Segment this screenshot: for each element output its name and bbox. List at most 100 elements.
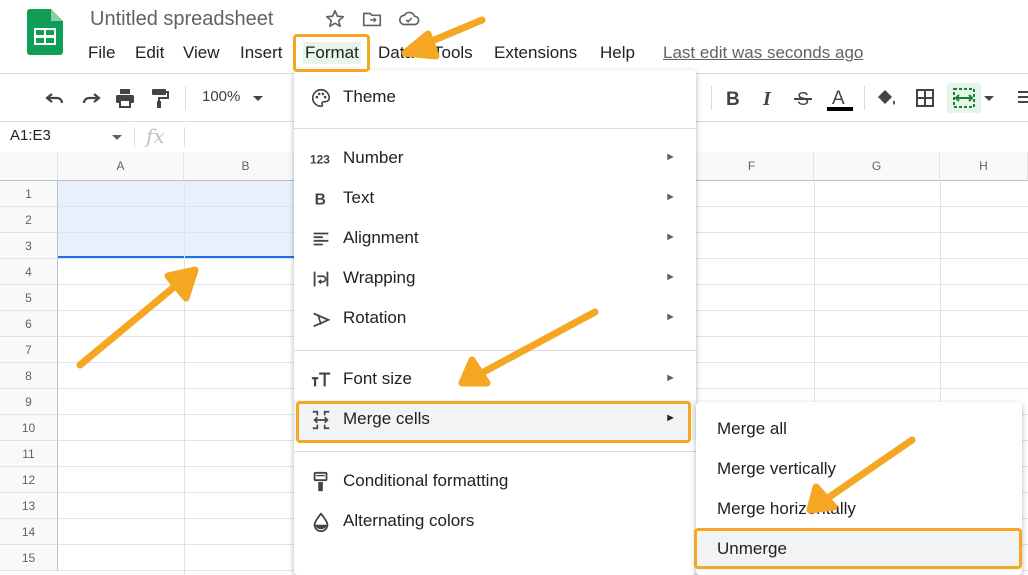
move-to-folder-icon[interactable] xyxy=(361,8,383,30)
undo-icon[interactable] xyxy=(43,86,67,110)
format-menu: Theme 123 Number ► B Text ► Alignment ► … xyxy=(294,70,696,575)
select-all-corner[interactable] xyxy=(0,152,58,181)
toolbar-divider xyxy=(864,86,865,110)
last-edit-link[interactable]: Last edit was seconds ago xyxy=(663,43,863,63)
row-header[interactable]: 10 xyxy=(0,415,58,441)
highlight-merge-cells xyxy=(296,401,691,443)
row-header[interactable]: 11 xyxy=(0,441,58,467)
strikethrough-icon[interactable]: S xyxy=(791,86,815,110)
zoom-select[interactable]: 100% xyxy=(202,88,240,105)
row-header[interactable]: 2 xyxy=(0,207,58,233)
name-box[interactable]: A1:E3 xyxy=(10,127,51,144)
merge-cells-toolbar-button[interactable] xyxy=(947,83,981,113)
print-icon[interactable] xyxy=(113,86,137,110)
text-color-icon[interactable]: A xyxy=(826,86,854,111)
menu-item-text[interactable]: B Text ► xyxy=(294,179,696,219)
row-header[interactable]: 13 xyxy=(0,493,58,519)
number-format-icon: 123 xyxy=(310,148,332,170)
menu-divider xyxy=(294,128,696,129)
toolbar-divider xyxy=(185,86,186,110)
align-left-icon xyxy=(310,228,332,250)
row-header[interactable]: 9 xyxy=(0,389,58,415)
submenu-arrow-icon: ► xyxy=(665,311,676,323)
column-header-f[interactable]: F xyxy=(690,152,814,181)
menu-tools[interactable]: Tools xyxy=(433,42,473,64)
menu-item-label: Font size xyxy=(343,369,412,388)
menu-edit[interactable]: Edit xyxy=(135,42,164,64)
submenu-item-merge-vertically[interactable]: Merge vertically xyxy=(696,450,1022,490)
highlight-format-menu xyxy=(293,34,370,72)
text-rotation-icon xyxy=(310,308,332,330)
row-header[interactable]: 12 xyxy=(0,467,58,493)
row-header[interactable]: 8 xyxy=(0,363,58,389)
menu-item-conditional-formatting[interactable]: Conditional formatting xyxy=(294,462,696,502)
menu-item-wrapping[interactable]: Wrapping ► xyxy=(294,259,696,299)
chevron-down-icon[interactable] xyxy=(110,128,124,151)
alternating-colors-icon xyxy=(310,511,332,533)
menu-insert[interactable]: Insert xyxy=(240,42,283,64)
svg-text:A: A xyxy=(832,88,845,109)
menu-item-alignment[interactable]: Alignment ► xyxy=(294,219,696,259)
menu-item-label: Theme xyxy=(343,87,396,106)
star-icon[interactable] xyxy=(324,8,346,30)
submenu-arrow-icon: ► xyxy=(665,231,676,243)
formula-divider xyxy=(184,127,185,147)
menu-item-alternating-colors[interactable]: Alternating colors xyxy=(294,502,696,542)
svg-text:B: B xyxy=(315,192,326,209)
chevron-down-icon[interactable] xyxy=(250,86,266,110)
row-header[interactable]: 4 xyxy=(0,259,58,285)
sheets-logo-icon[interactable] xyxy=(27,9,63,55)
svg-text:B: B xyxy=(726,89,740,110)
selected-range[interactable] xyxy=(58,181,308,258)
svg-text:123: 123 xyxy=(310,153,330,167)
menu-divider xyxy=(294,350,696,351)
borders-icon[interactable] xyxy=(913,86,937,110)
menu-item-label: Conditional formatting xyxy=(343,471,509,490)
menu-item-rotation[interactable]: Rotation ► xyxy=(294,299,696,339)
submenu-arrow-icon: ► xyxy=(665,191,676,203)
chevron-down-icon[interactable] xyxy=(982,86,996,110)
column-header-g[interactable]: G xyxy=(814,152,940,181)
redo-icon[interactable] xyxy=(79,86,103,110)
row-header[interactable]: 5 xyxy=(0,285,58,311)
submenu-item-label: Merge all xyxy=(717,419,787,438)
submenu-item-merge-horizontally[interactable]: Merge horizontally xyxy=(696,490,1022,530)
submenu-item-merge-all[interactable]: Merge all xyxy=(696,410,1022,450)
cloud-saved-icon[interactable] xyxy=(398,8,420,30)
bold-icon[interactable]: B xyxy=(721,86,745,110)
menu-data[interactable]: Data xyxy=(378,42,414,64)
submenu-arrow-icon: ► xyxy=(665,151,676,163)
menu-help[interactable]: Help xyxy=(600,42,635,64)
menu-view[interactable]: View xyxy=(183,42,220,64)
svg-text:I: I xyxy=(762,88,772,110)
menu-item-font-size[interactable]: Font size ► xyxy=(294,360,696,400)
menu-file[interactable]: File xyxy=(88,42,115,64)
row-header[interactable]: 14 xyxy=(0,519,58,545)
document-title[interactable]: Untitled spreadsheet xyxy=(90,8,273,31)
row-header[interactable]: 15 xyxy=(0,545,58,571)
menu-item-label: Text xyxy=(343,188,375,207)
paint-format-icon[interactable] xyxy=(148,86,172,110)
fx-icon: fx xyxy=(146,124,165,148)
menu-item-label: Wrapping xyxy=(343,268,416,287)
menu-item-label: Alignment xyxy=(343,228,419,247)
align-icon[interactable] xyxy=(1016,86,1028,110)
italic-icon[interactable]: I xyxy=(756,86,780,110)
row-header[interactable]: 1 xyxy=(0,181,58,207)
row-header[interactable]: 7 xyxy=(0,337,58,363)
font-size-icon xyxy=(310,369,332,391)
menu-item-theme[interactable]: Theme xyxy=(294,78,696,118)
grid-line xyxy=(184,181,185,575)
submenu-item-label: Merge horizontally xyxy=(717,499,856,518)
menu-item-label: Rotation xyxy=(343,308,407,327)
row-header[interactable]: 3 xyxy=(0,233,58,259)
column-header-h[interactable]: H xyxy=(940,152,1028,181)
column-header-b[interactable]: B xyxy=(184,152,308,181)
column-header-a[interactable]: A xyxy=(58,152,184,181)
menu-extensions[interactable]: Extensions xyxy=(494,42,577,64)
paint-roller-icon xyxy=(310,471,332,493)
row-header[interactable]: 6 xyxy=(0,311,58,337)
fill-color-icon[interactable] xyxy=(874,86,898,110)
text-wrap-icon xyxy=(310,268,332,290)
menu-item-number[interactable]: 123 Number ► xyxy=(294,139,696,179)
